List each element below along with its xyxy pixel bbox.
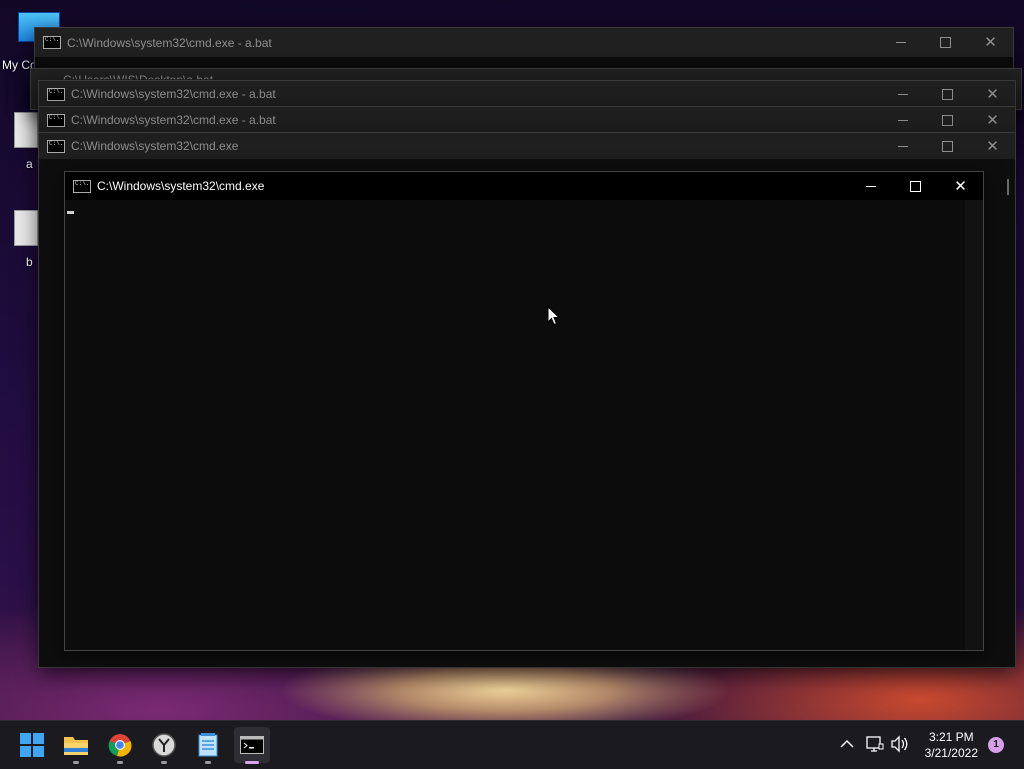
console-area[interactable]: [65, 200, 983, 650]
terminal-icon: [240, 736, 264, 754]
console-icon: [73, 179, 91, 193]
window-titlebar[interactable]: C:\Windows\system32\cmd.exe - a.bat ✕: [35, 28, 1013, 57]
minimize-icon: [897, 119, 908, 121]
chevron-up-icon[interactable]: [840, 739, 854, 749]
close-button[interactable]: ✕: [970, 107, 1015, 133]
system-clock[interactable]: 3:21 PM 3/21/2022: [925, 729, 978, 761]
minimize-button[interactable]: [880, 81, 925, 107]
close-icon: ✕: [986, 85, 999, 103]
scrollbar-track[interactable]: [965, 200, 983, 650]
desktop-icon-label: a: [26, 157, 33, 171]
close-button[interactable]: ✕: [968, 28, 1013, 57]
close-icon: ✕: [986, 137, 999, 155]
minimize-button[interactable]: [878, 28, 923, 57]
maximize-button[interactable]: [925, 133, 970, 159]
file-icon: [14, 112, 38, 148]
clock-time: 3:21 PM: [928, 730, 974, 744]
minimize-icon: [895, 42, 906, 43]
close-icon: ✕: [954, 177, 967, 195]
close-button[interactable]: ✕: [970, 133, 1015, 159]
maximize-button[interactable]: [925, 107, 970, 133]
close-icon: ✕: [984, 34, 997, 51]
console-icon: [47, 139, 65, 153]
chrome-icon: [108, 734, 132, 757]
console-icon: [47, 113, 65, 127]
minimize-button[interactable]: [848, 172, 893, 200]
clock-app-button[interactable]: [146, 727, 182, 764]
desktop: My Co a b C:\Windows\system32\cmd.exe - …: [0, 0, 1024, 720]
window-titlebar[interactable]: C:\Windows\system32\cmd.exe ✕: [39, 133, 1015, 159]
window-title: C:\Windows\system32\cmd.exe: [71, 139, 239, 153]
notification-badge[interactable]: 1: [988, 737, 1004, 753]
maximize-icon: [942, 88, 953, 100]
close-button[interactable]: ✕: [970, 81, 1015, 107]
clock-date: 3/21/2022: [924, 746, 978, 760]
maximize-icon: [942, 114, 953, 126]
running-indicator: [205, 761, 211, 764]
minimize-button[interactable]: [880, 133, 925, 159]
scrollbar[interactable]: [1007, 179, 1009, 195]
desktop-icon-a-bat[interactable]: a: [0, 108, 40, 173]
minimize-icon: [865, 185, 876, 187]
window-titlebar[interactable]: C:\Windows\system32\cmd.exe - a.bat ✕: [39, 107, 1015, 133]
text-cursor: [67, 211, 74, 214]
close-button[interactable]: ✕: [938, 172, 983, 200]
close-icon: ✕: [986, 111, 999, 129]
chrome-button[interactable]: [102, 727, 138, 764]
maximize-button[interactable]: [923, 28, 968, 57]
start-icon: [20, 733, 44, 757]
window-title: C:\Windows\system32\cmd.exe: [97, 179, 265, 193]
start-button[interactable]: [14, 727, 50, 763]
file-explorer-button[interactable]: [58, 727, 94, 764]
file-icon: [14, 210, 38, 246]
volume-icon[interactable]: [890, 735, 910, 753]
minimize-icon: [897, 93, 908, 95]
maximize-icon: [940, 37, 951, 48]
window-title: C:\Windows\system32\cmd.exe - a.bat: [71, 113, 276, 127]
desktop-icon-label: b: [26, 255, 33, 269]
window-title: C:\Windows\system32\cmd.exe - a.bat: [67, 35, 272, 50]
console-icon: [43, 36, 61, 49]
window-titlebar[interactable]: C:\Windows\system32\cmd.exe ✕: [65, 172, 983, 200]
notepad-icon: [198, 733, 218, 757]
desktop-icon-b-bat[interactable]: b: [0, 206, 40, 271]
maximize-icon: [942, 140, 953, 152]
running-indicator: [117, 761, 123, 764]
mouse-pointer-icon: [547, 306, 561, 326]
window-title: C:\Windows\system32\cmd.exe - a.bat: [71, 87, 276, 101]
file-explorer-icon: [64, 737, 88, 755]
running-indicator: [245, 761, 259, 764]
terminal-button[interactable]: [234, 727, 270, 764]
maximize-icon: [910, 180, 921, 192]
cmd-window-active[interactable]: C:\Windows\system32\cmd.exe ✕: [64, 171, 984, 651]
maximize-button[interactable]: [925, 81, 970, 107]
console-icon: [47, 87, 65, 101]
minimize-icon: [897, 145, 908, 147]
clock-app-icon: [152, 733, 176, 757]
network-icon[interactable]: [866, 735, 884, 753]
notepad-button[interactable]: [190, 727, 226, 764]
running-indicator: [161, 761, 167, 764]
taskbar: 3:21 PM 3/21/2022 1: [0, 720, 1024, 769]
window-titlebar[interactable]: C:\Windows\system32\cmd.exe - a.bat ✕: [39, 81, 1015, 107]
running-indicator: [73, 761, 79, 764]
minimize-button[interactable]: [880, 107, 925, 133]
maximize-button[interactable]: [893, 172, 938, 200]
